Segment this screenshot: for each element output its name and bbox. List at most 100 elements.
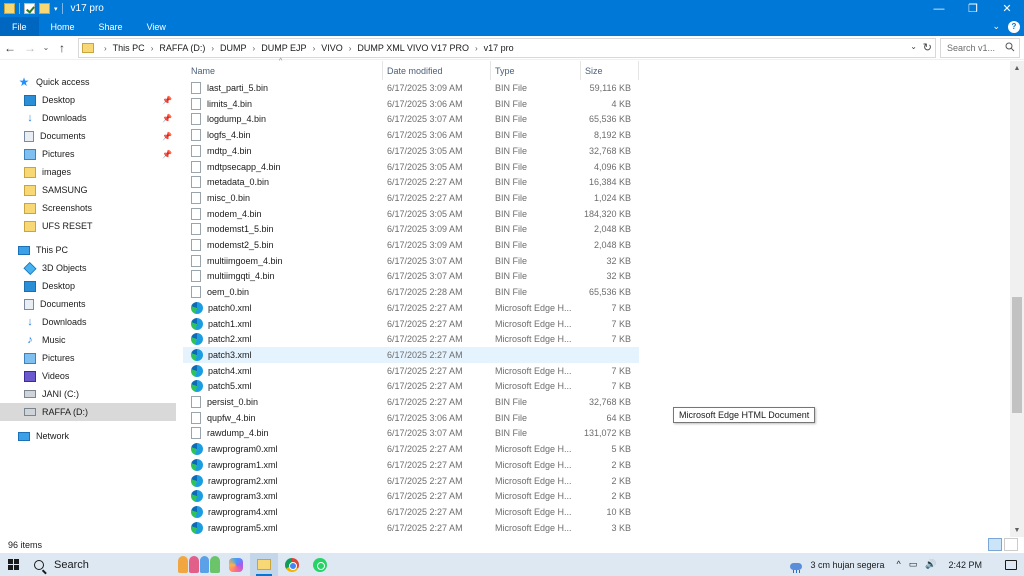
chevron-right-icon[interactable]: › xyxy=(313,44,316,53)
file-name-cell[interactable]: metadata_0.bin xyxy=(183,176,383,189)
tab-view[interactable]: View xyxy=(135,17,178,36)
file-name-cell[interactable]: limits_4.bin xyxy=(183,97,383,110)
table-row[interactable]: rawprogram4.xml 6/17/2025 2:27 AM Microsof… xyxy=(183,504,639,520)
chevron-right-icon[interactable]: › xyxy=(151,44,154,53)
file-name-cell[interactable]: multiimgoem_4.bin xyxy=(183,254,383,267)
file-name-cell[interactable]: rawprogram5.xml xyxy=(183,521,383,534)
sidebar-item-music[interactable]: ♪ Music xyxy=(0,331,176,349)
table-row[interactable]: patch2.xml 6/17/2025 2:27 AM Microsoft Edg… xyxy=(183,331,639,347)
sidebar-item-3d-objects[interactable]: 3D Objects xyxy=(0,259,176,277)
table-row[interactable]: rawprogram1.xml 6/17/2025 2:27 AM Microsof… xyxy=(183,457,639,473)
properties-icon[interactable] xyxy=(24,3,35,14)
table-row[interactable]: qupfw_4.bin 6/17/2025 3:06 AM BIN File 64 K… xyxy=(183,410,639,426)
back-button[interactable]: ← xyxy=(0,38,20,58)
file-name-cell[interactable]: rawprogram0.xml xyxy=(183,443,383,456)
start-button[interactable] xyxy=(0,553,26,576)
search-input[interactable]: Search v1... xyxy=(940,38,1020,58)
breadcrumb-vivo[interactable]: VIVO xyxy=(321,43,343,53)
address-dropdown-button[interactable]: ⌄ xyxy=(910,42,917,51)
breadcrumb-dump[interactable]: DUMP xyxy=(220,43,247,53)
sidebar-item-downloads[interactable]: ↓ Downloads 📌 xyxy=(0,109,176,127)
file-name-cell[interactable]: oem_0.bin xyxy=(183,286,383,299)
table-row[interactable]: rawprogram5.xml 6/17/2025 2:27 AM Microsof… xyxy=(183,520,639,536)
sidebar-item-desktop-pc[interactable]: Desktop xyxy=(0,277,176,295)
sidebar-item-desktop[interactable]: Desktop 📌 xyxy=(0,91,176,109)
large-icons-view-button[interactable] xyxy=(1004,538,1018,551)
table-row[interactable]: logdump_4.bin 6/17/2025 3:07 AM BIN File 65… xyxy=(183,111,639,127)
customize-toolbar-dropdown[interactable]: ▾ xyxy=(54,5,58,13)
file-name-cell[interactable]: misc_0.bin xyxy=(183,191,383,204)
file-name-cell[interactable]: modem_4.bin xyxy=(183,207,383,220)
sidebar-item-raffa-d[interactable]: RAFFA (D:) xyxy=(0,403,176,421)
file-name-cell[interactable]: qupfw_4.bin xyxy=(183,411,383,424)
file-name-cell[interactable]: modemst2_5.bin xyxy=(183,239,383,251)
sidebar-item-screenshots[interactable]: Screenshots xyxy=(0,199,176,217)
recent-locations-button[interactable]: ⌄ xyxy=(40,38,52,58)
table-row[interactable]: rawprogram0.xml 6/17/2025 2:27 AM Microsof… xyxy=(183,441,639,457)
maximize-button[interactable]: ❐ xyxy=(956,0,990,17)
clock[interactable]: 2:42 PM xyxy=(948,560,982,570)
help-icon[interactable]: ? xyxy=(1008,20,1020,33)
table-row[interactable]: modemst2_5.bin 6/17/2025 3:09 AM BIN File 2… xyxy=(183,237,639,253)
refresh-icon[interactable]: ↻ xyxy=(923,41,932,54)
file-name-cell[interactable]: patch1.xml xyxy=(183,317,383,330)
table-row[interactable]: modem_4.bin 6/17/2025 3:05 AM BIN File 184,… xyxy=(183,206,639,222)
breadcrumb-dump-ejp[interactable]: DUMP EJP xyxy=(261,43,306,53)
taskbar-search[interactable]: Search xyxy=(26,553,176,576)
sidebar-item-documents[interactable]: Documents 📌 xyxy=(0,127,176,145)
taskbar-file-explorer[interactable] xyxy=(250,553,278,576)
column-header-date[interactable]: Date modified xyxy=(383,61,491,80)
weather-text[interactable]: 3 cm hujan segera xyxy=(810,560,884,570)
sidebar-item-pictures-pc[interactable]: Pictures xyxy=(0,349,176,367)
breadcrumb-v17-pro[interactable]: v17 pro xyxy=(484,43,514,53)
expand-ribbon-button[interactable]: ⌄ xyxy=(992,21,1000,32)
file-name-cell[interactable]: modemst1_5.bin xyxy=(183,223,383,236)
sidebar-item-jani-c[interactable]: JANI (C:) xyxy=(0,385,176,403)
table-row[interactable]: multiimgoem_4.bin 6/17/2025 3:07 AM BIN Fi… xyxy=(183,253,639,269)
notification-center-icon[interactable] xyxy=(998,553,1024,576)
file-name-cell[interactable]: patch0.xml xyxy=(183,301,383,314)
search-highlight-icon[interactable] xyxy=(178,556,220,573)
breadcrumb-this-pc[interactable]: This PC xyxy=(113,43,145,53)
table-row[interactable]: patch4.xml 6/17/2025 2:27 AM Microsoft Edg… xyxy=(183,363,639,379)
chevron-right-icon[interactable]: › xyxy=(211,44,214,53)
file-name-cell[interactable]: rawdump_4.bin xyxy=(183,427,383,440)
new-folder-icon[interactable] xyxy=(39,3,50,14)
sidebar-item-videos[interactable]: Videos xyxy=(0,367,176,385)
tab-home[interactable]: Home xyxy=(39,17,87,36)
tab-share[interactable]: Share xyxy=(87,17,135,36)
table-row[interactable]: rawdump_4.bin 6/17/2025 3:07 AM BIN File 13… xyxy=(183,425,639,441)
sidebar-item-network[interactable]: Network xyxy=(0,427,176,445)
file-name-cell[interactable]: logdump_4.bin xyxy=(183,113,383,126)
sidebar-item-images[interactable]: images xyxy=(0,163,176,181)
sidebar-item-documents-pc[interactable]: Documents xyxy=(0,295,176,313)
file-name-cell[interactable]: rawprogram2.xml xyxy=(183,474,383,487)
sidebar-item-this-pc[interactable]: This PC xyxy=(0,241,176,259)
network-icon[interactable]: ▭ xyxy=(909,559,918,570)
vertical-scrollbar[interactable]: ▲ ▼ xyxy=(1010,61,1024,537)
forward-button[interactable]: → xyxy=(20,38,40,58)
tab-file[interactable]: File xyxy=(0,17,39,36)
table-row[interactable]: multiimgqti_4.bin 6/17/2025 3:07 AM BIN Fi… xyxy=(183,268,639,284)
taskbar-whatsapp[interactable] xyxy=(306,553,334,576)
chevron-right-icon[interactable]: › xyxy=(349,44,352,53)
table-row[interactable]: mdtpsecapp_4.bin 6/17/2025 3:05 AM BIN Fil… xyxy=(183,159,639,175)
breadcrumb-raffa-d[interactable]: RAFFA (D:) xyxy=(159,43,205,53)
sidebar-item-ufs-reset[interactable]: UFS RESET xyxy=(0,217,176,235)
file-name-cell[interactable]: patch4.xml xyxy=(183,364,383,377)
file-name-cell[interactable]: rawprogram1.xml xyxy=(183,458,383,471)
table-row[interactable]: patch5.xml 6/17/2025 2:27 AM Microsoft Edg… xyxy=(183,378,639,394)
file-name-cell[interactable]: logfs_4.bin xyxy=(183,129,383,142)
file-name-cell[interactable]: multiimgqti_4.bin xyxy=(183,270,383,283)
close-button[interactable]: ✕ xyxy=(990,0,1024,17)
scroll-up-arrow-icon[interactable]: ▲ xyxy=(1010,61,1024,75)
table-row[interactable]: rawprogram2.xml 6/17/2025 2:27 AM Microsof… xyxy=(183,473,639,489)
chevron-right-icon[interactable]: › xyxy=(475,44,478,53)
taskbar-copilot[interactable] xyxy=(222,553,250,576)
file-name-cell[interactable]: persist_0.bin xyxy=(183,396,383,408)
table-row[interactable]: modemst1_5.bin 6/17/2025 3:09 AM BIN File 2… xyxy=(183,221,639,237)
chevron-right-icon[interactable]: › xyxy=(253,44,256,53)
table-row[interactable]: persist_0.bin 6/17/2025 2:27 AM BIN File 32… xyxy=(183,394,639,410)
weather-rain-icon[interactable] xyxy=(788,557,804,573)
file-name-cell[interactable]: mdtp_4.bin xyxy=(183,144,383,157)
